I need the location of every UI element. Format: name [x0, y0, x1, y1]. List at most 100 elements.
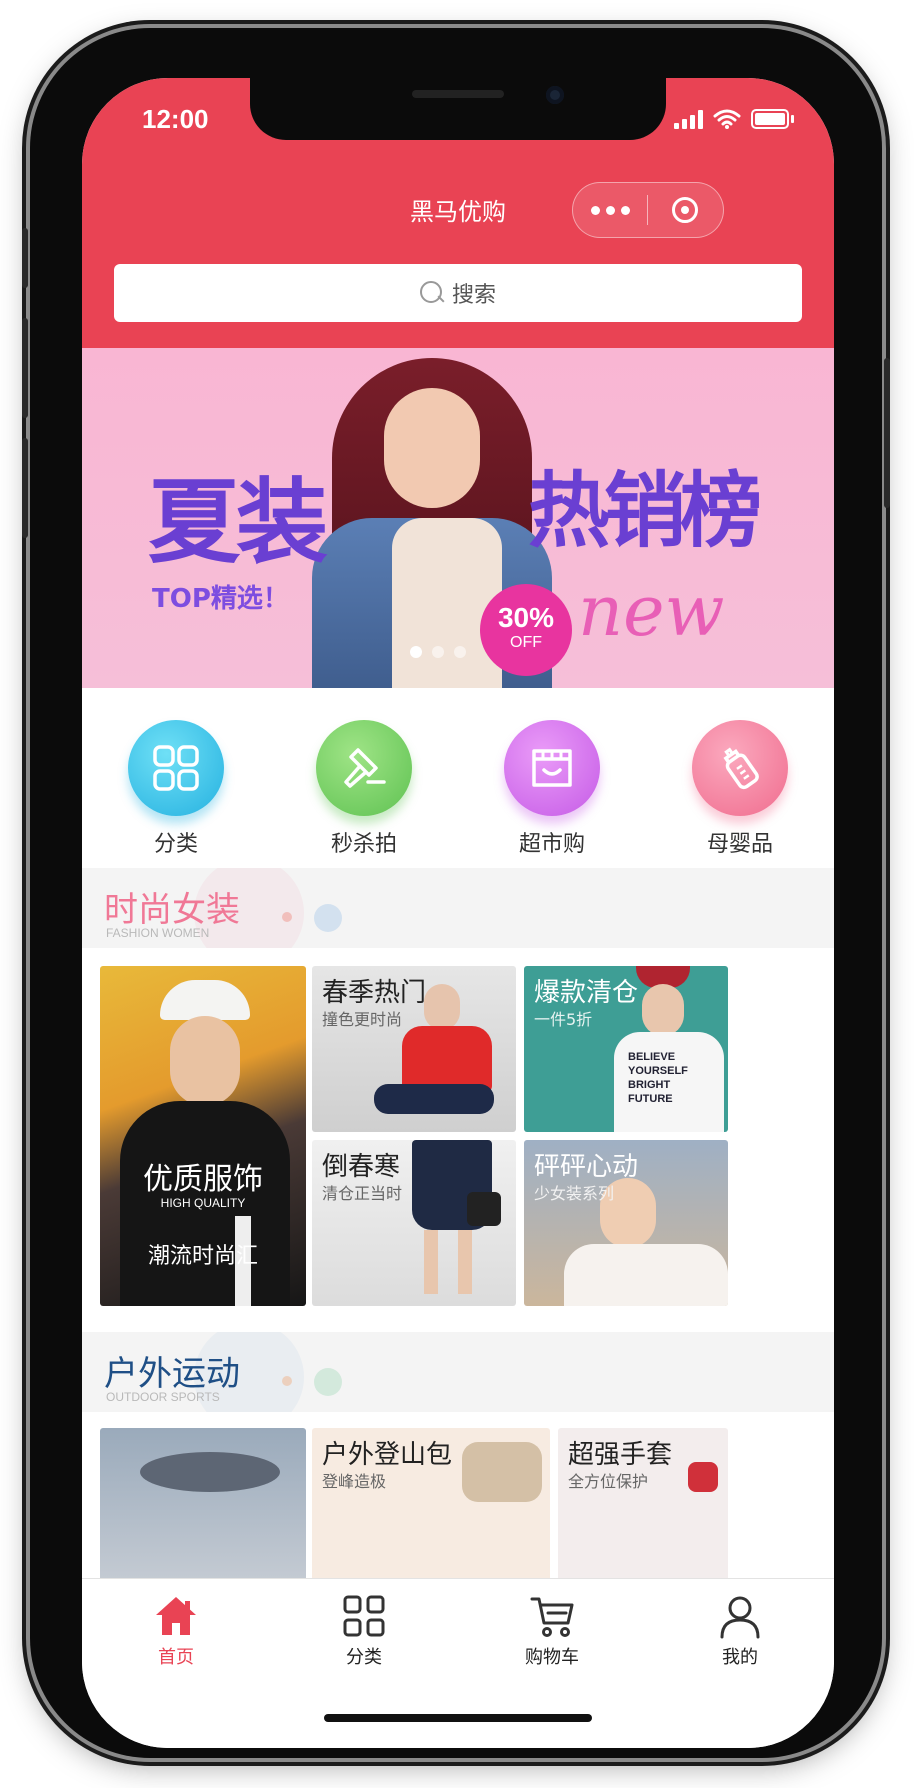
decor-circle: [282, 912, 292, 922]
glove-image: [688, 1462, 718, 1492]
product-tile[interactable]: 倒春寒 清仓正当时: [312, 1140, 516, 1306]
tab-category[interactable]: 分类: [270, 1579, 458, 1748]
product-tile[interactable]: 户外登山包 登峰造极: [312, 1428, 550, 1578]
handbag-image: [467, 1192, 501, 1226]
quick-nav-label: 超市购: [518, 832, 585, 857]
quick-nav-item-baby[interactable]: 母婴品: [646, 688, 834, 868]
tab-label: 分类: [346, 1647, 382, 1668]
category-icon: [343, 1595, 385, 1637]
section-header-outdoor: 户外运动 OUTDOOR SPORTS: [82, 1332, 834, 1412]
carousel-dots: [410, 646, 466, 658]
quick-nav-item-category[interactable]: 分类: [82, 688, 270, 868]
carousel-dot[interactable]: [432, 646, 444, 658]
tab-cart[interactable]: 购物车: [458, 1579, 646, 1748]
tab-profile[interactable]: 我的: [646, 1579, 834, 1748]
mountain-image: [140, 1452, 280, 1492]
home-indicator[interactable]: [324, 1714, 592, 1722]
tab-label: 首页: [158, 1647, 194, 1668]
decor-circle: [282, 1376, 292, 1386]
power-button: [884, 358, 890, 508]
tile-subtitle: 撞色更时尚: [322, 1010, 403, 1029]
more-button[interactable]: [573, 205, 647, 215]
search-placeholder: 搜索: [451, 283, 496, 308]
tile-subtitle: 少女装系列: [534, 1184, 615, 1203]
main-tile-tag: 潮流时尚汇: [147, 1244, 258, 1269]
battery-icon: [751, 109, 789, 129]
jeans-image: [374, 1084, 494, 1114]
camera: [546, 86, 564, 104]
product-tile[interactable]: 春季热门 撞色更时尚: [312, 966, 516, 1132]
section-subtitle: OUTDOOR SPORTS: [106, 1390, 220, 1404]
volume-up-button: [22, 318, 28, 418]
quick-nav-item-supermarket[interactable]: 超市购: [458, 688, 646, 868]
wifi-icon: [713, 109, 741, 129]
dot-icon: [590, 205, 600, 215]
banner-left-text: 夏装: [148, 469, 328, 576]
quick-nav-label: 分类: [153, 832, 198, 857]
tile-subtitle: 全方位保护: [568, 1472, 649, 1491]
tile-title: 户外登山包: [322, 1440, 453, 1470]
battery-tip: [791, 115, 794, 123]
backpack-image: [462, 1442, 542, 1502]
banner-new-text: new: [578, 570, 725, 652]
tile-subtitle: 一件5折: [534, 1010, 593, 1029]
carousel-dot-active[interactable]: [410, 646, 422, 658]
tile-subtitle: 登峰造极: [322, 1472, 387, 1491]
carousel-dot[interactable]: [454, 646, 466, 658]
product-tile[interactable]: 超强手套 全方位保护: [558, 1428, 728, 1578]
discount-badge: 30% OFF: [480, 584, 572, 676]
banner-carousel[interactable]: 夏装 热销榜 TOP精选！ 30% OFF new: [82, 348, 834, 688]
hammer-icon: [316, 720, 412, 816]
outdoor-product-grid: 户外登山包 登峰造极 超强手套 全方位保护: [100, 1428, 816, 1578]
tab-label: 我的: [722, 1647, 758, 1668]
search-bar[interactable]: 搜索: [114, 264, 802, 322]
notch: [250, 78, 666, 140]
leg-image: [424, 1230, 438, 1294]
tab-bar: 首页 分类 购物车 我的: [82, 1578, 834, 1748]
tile-title: 砰砰心动: [534, 1152, 639, 1182]
phone-frame: 12:00 黑马优购 搜索 夏装 热销榜 TOP精选！ 30% OFF new …: [22, 28, 890, 1758]
user-icon: [720, 1596, 760, 1639]
tile-subtitle: 清仓正当时: [322, 1184, 403, 1203]
section-title: 户外运动: [104, 1354, 240, 1394]
tab-home[interactable]: 首页: [82, 1579, 270, 1748]
target-icon: [672, 197, 698, 223]
product-tile[interactable]: 砰砰心动 少女装系列: [524, 1140, 728, 1306]
close-mini-program-button[interactable]: [648, 197, 722, 223]
product-tile-main[interactable]: 优质服饰 HIGH QUALITY 潮流时尚汇: [100, 966, 306, 1306]
model-face-image: [642, 984, 684, 1036]
mini-program-capsule: [572, 182, 724, 238]
banner-top-text: TOP精选！: [152, 584, 289, 614]
speaker: [412, 90, 504, 98]
shop-icon: [504, 720, 600, 816]
leg-image: [458, 1230, 472, 1294]
tab-label: 购物车: [525, 1647, 579, 1668]
app-screen: 12:00 黑马优购 搜索 夏装 热销榜 TOP精选！ 30% OFF new …: [82, 78, 834, 1748]
banner-right-text: 热销榜: [528, 464, 762, 559]
tile-title: 爆款清仓: [534, 978, 639, 1008]
search-icon: [419, 281, 444, 305]
blouse-image: [564, 1244, 728, 1306]
model-cap-image: [160, 980, 250, 1020]
product-tile[interactable]: BELIEVE YOURSELF BRIGHT FUTURE 爆款清仓 一件5折: [524, 966, 728, 1132]
main-tile-subtitle: HIGH QUALITY: [160, 1196, 246, 1210]
tile-title: 春季热门: [322, 978, 427, 1008]
dot-icon: [620, 205, 630, 215]
quick-nav-label: 秒杀拍: [330, 832, 397, 857]
mute-switch: [22, 228, 28, 288]
quick-nav-item-flash-sale[interactable]: 秒杀拍: [270, 688, 458, 868]
main-tile-title: 优质服饰: [143, 1162, 263, 1197]
red-sweater-image: [402, 1026, 492, 1092]
home-icon: [156, 1597, 196, 1635]
status-time: 12:00: [142, 104, 209, 134]
discount-value: 30%: [497, 602, 555, 633]
tile-title: 超强手套: [568, 1440, 673, 1470]
quick-nav: 分类 秒杀拍 超市购 母婴品: [82, 688, 834, 868]
bottle-icon: [692, 720, 788, 816]
section-header-fashion: 时尚女装 FASHION WOMEN: [82, 868, 834, 948]
status-icons: [674, 108, 794, 130]
model-face-image: [424, 984, 460, 1030]
decor-circle: [314, 904, 342, 932]
cart-icon: [530, 1597, 574, 1637]
product-tile-main[interactable]: [100, 1428, 306, 1578]
